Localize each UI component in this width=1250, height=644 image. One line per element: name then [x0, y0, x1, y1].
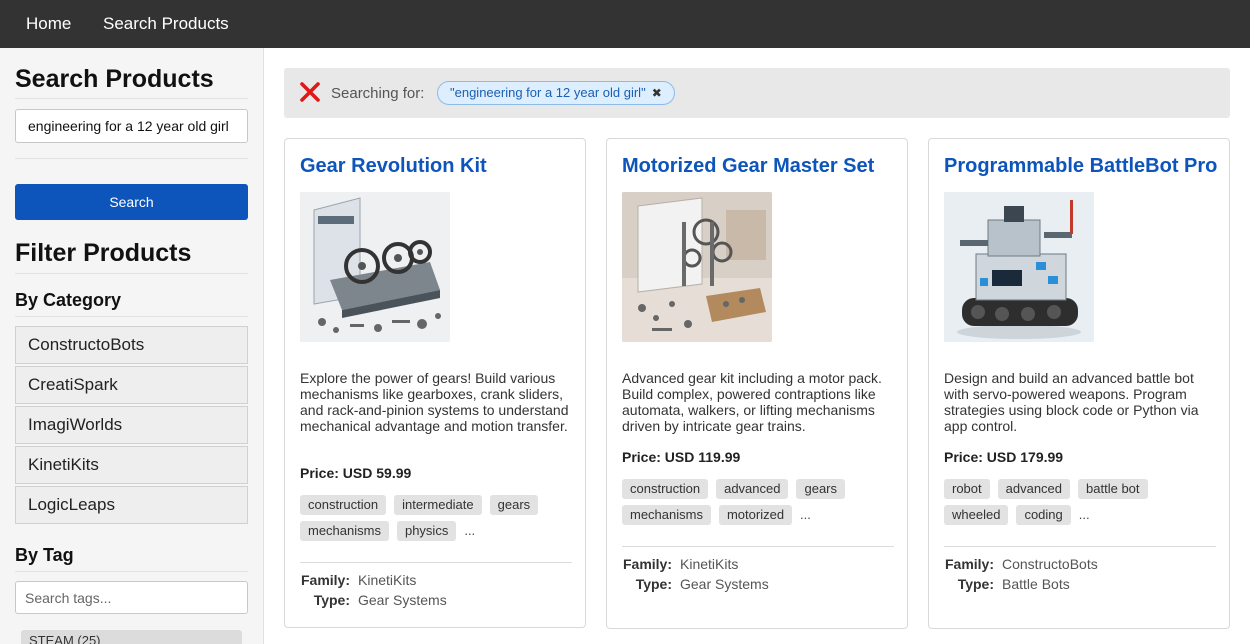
- product-tag[interactable]: advanced: [716, 479, 789, 499]
- product-tag[interactable]: construction: [300, 495, 387, 515]
- category-item-constructobots[interactable]: ConstructoBots: [15, 326, 248, 364]
- type-value: Gear Systems: [358, 592, 447, 608]
- family-label: Family:: [622, 556, 672, 572]
- more-tags[interactable]: ...: [800, 507, 811, 522]
- product-meta: Family: ConstructoBots Type: Battle Bots: [944, 554, 1098, 594]
- category-item-kinetikits[interactable]: KinetiKits: [15, 446, 248, 484]
- family-label: Family:: [944, 556, 994, 572]
- type-label: Type:: [313, 592, 350, 608]
- top-nav: Home Search Products: [0, 0, 1250, 48]
- product-meta: Family: KinetiKits Type: Gear Systems: [622, 554, 769, 594]
- divider: [15, 316, 248, 317]
- product-title[interactable]: Motorized Gear Master Set: [622, 155, 874, 178]
- more-tags[interactable]: ...: [1079, 507, 1090, 522]
- product-card: Motorized Gear Master Set Advanced gear: [606, 138, 908, 629]
- product-title[interactable]: Gear Revolution Kit: [300, 155, 487, 178]
- product-image[interactable]: [622, 192, 772, 342]
- type-value: Gear Systems: [680, 576, 769, 592]
- product-tags: construction intermediate gears mechanisms p…: [300, 495, 575, 547]
- family-value: KinetiKits: [358, 572, 417, 588]
- product-meta: Family: KinetiKits Type: Gear Systems: [300, 570, 447, 610]
- product-tag[interactable]: construction: [622, 479, 709, 499]
- category-item-logicleaps[interactable]: LogicLeaps: [15, 486, 248, 524]
- search-query-pill[interactable]: "engineering for a 12 year old girl" ✖: [437, 81, 675, 105]
- product-tag[interactable]: robot: [944, 479, 990, 499]
- gear-set-image: [622, 192, 772, 342]
- clear-search-icon[interactable]: [300, 82, 320, 102]
- product-tag[interactable]: mechanisms: [300, 521, 389, 541]
- product-tag[interactable]: physics: [396, 521, 457, 541]
- product-tags: construction advanced gears mechanisms motor…: [622, 479, 897, 531]
- divider: [15, 273, 248, 274]
- product-image[interactable]: [944, 192, 1094, 342]
- nav-home-link[interactable]: Home: [26, 14, 71, 34]
- sidebar: Search Products Search Filter Products B…: [0, 48, 264, 644]
- product-tag[interactable]: gears: [489, 495, 539, 515]
- product-tag[interactable]: intermediate: [394, 495, 482, 515]
- search-products-heading: Search Products: [15, 65, 214, 93]
- product-card: Programmable BattleBot Pro Design and bu…: [928, 138, 1230, 629]
- type-label: Type:: [635, 576, 672, 592]
- product-tag[interactable]: battle bot: [1078, 479, 1148, 499]
- searching-for-label: Searching for:: [331, 85, 425, 102]
- battle-bot-image: [944, 192, 1094, 342]
- category-item-creatispark[interactable]: CreatiSpark: [15, 366, 248, 404]
- search-query-text: "engineering for a 12 year old girl": [450, 85, 646, 100]
- family-value: KinetiKits: [680, 556, 739, 572]
- product-description: Explore the power of gears! Build variou…: [300, 370, 569, 434]
- divider: [15, 571, 248, 572]
- type-label: Type:: [957, 576, 994, 592]
- product-price: Price: USD 179.99: [944, 449, 1064, 465]
- product-price: Price: USD 59.99: [300, 465, 412, 481]
- remove-query-icon[interactable]: ✖: [652, 86, 662, 100]
- product-description: Design and build an advanced battle bot …: [944, 370, 1199, 434]
- type-value: Battle Bots: [1002, 576, 1070, 592]
- tag-search-input[interactable]: [15, 581, 248, 614]
- category-item-imagiworlds[interactable]: ImagiWorlds: [15, 406, 248, 444]
- product-title[interactable]: Programmable BattleBot Pro: [944, 155, 1217, 178]
- by-category-heading: By Category: [15, 290, 122, 310]
- product-description: Advanced gear kit including a motor pack…: [622, 370, 882, 434]
- product-tag[interactable]: motorized: [718, 505, 793, 525]
- filter-products-heading: Filter Products: [15, 239, 192, 267]
- more-tags[interactable]: ...: [464, 523, 475, 538]
- product-price: Price: USD 119.99: [622, 449, 741, 465]
- main-content: Searching for: "engineering for a 12 yea…: [265, 48, 1250, 644]
- product-tag[interactable]: gears: [796, 479, 846, 499]
- divider: [15, 98, 248, 99]
- divider: [300, 562, 572, 563]
- product-image[interactable]: [300, 192, 450, 342]
- divider: [944, 546, 1216, 547]
- search-button[interactable]: Search: [15, 184, 248, 220]
- by-tag-heading: By Tag: [15, 545, 74, 565]
- divider: [15, 158, 248, 159]
- family-label: Family:: [300, 572, 350, 588]
- product-tag[interactable]: mechanisms: [622, 505, 711, 525]
- product-tag[interactable]: advanced: [997, 479, 1071, 499]
- tag-filter-item[interactable]: STEAM (25): [21, 630, 242, 644]
- gear-kit-image: [300, 192, 450, 342]
- product-tag[interactable]: wheeled: [944, 505, 1009, 525]
- search-input[interactable]: [15, 109, 248, 143]
- nav-search-products-link[interactable]: Search Products: [103, 14, 229, 34]
- family-value: ConstructoBots: [1002, 556, 1098, 572]
- divider: [622, 546, 894, 547]
- search-banner: Searching for: "engineering for a 12 yea…: [284, 68, 1230, 118]
- product-tag[interactable]: coding: [1016, 505, 1071, 525]
- category-list: ConstructoBots CreatiSpark ImagiWorlds K…: [15, 326, 248, 526]
- product-card: Gear Revolution Kit Explore the power of…: [284, 138, 586, 628]
- product-tags: robot advanced battle bot wheeled coding...: [944, 479, 1219, 531]
